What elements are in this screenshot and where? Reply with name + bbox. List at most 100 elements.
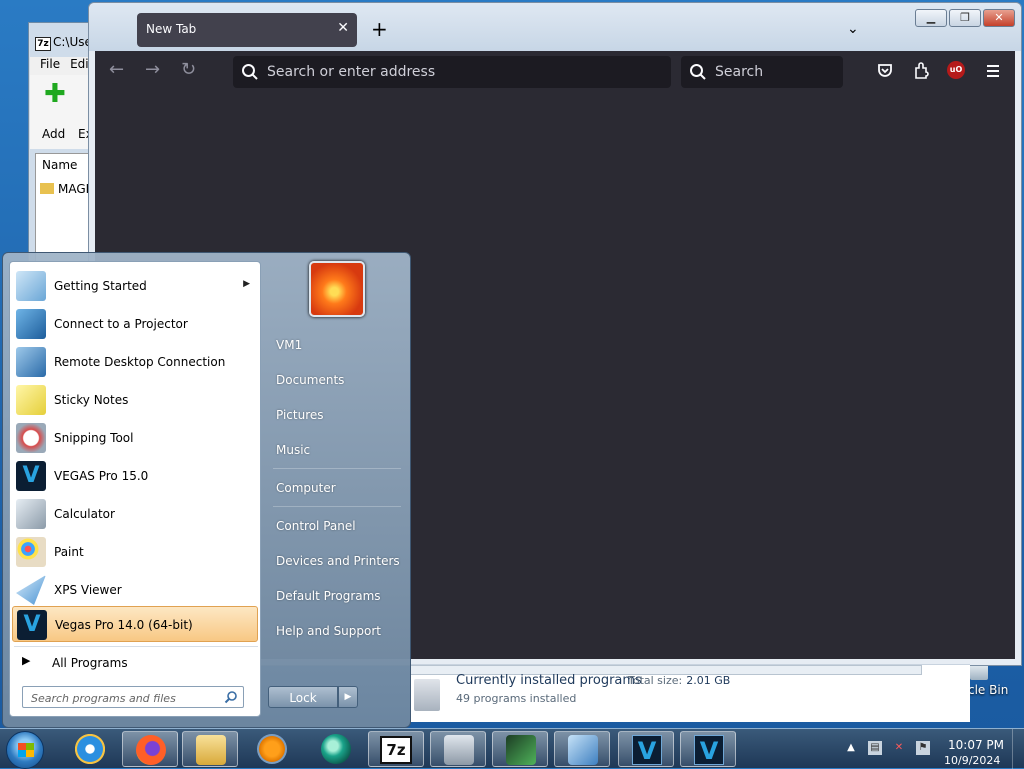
back-arrow-icon[interactable]: ← [109, 61, 124, 79]
start-item-xps-viewer[interactable]: XPS Viewer [12, 572, 258, 608]
7zip-add-button[interactable]: Add [42, 127, 65, 141]
taskbar-remote-desktop[interactable] [554, 731, 610, 767]
start-search-box[interactable] [22, 686, 244, 708]
start-search-input[interactable] [29, 690, 215, 706]
start-item-label: Vegas Pro 14.0 (64-bit) [55, 618, 193, 632]
start-right-label: Computer [276, 481, 336, 495]
minimize-button[interactable]: ▁ [915, 9, 947, 27]
taskbar-vegas-14[interactable]: V [680, 731, 736, 767]
new-tab-plus-icon[interactable]: + [371, 19, 388, 39]
system-tray: ▲ ▤ ✕ ⚑ 10:07 PM 10/9/2024 [842, 735, 1022, 767]
hamburger-menu-icon[interactable] [983, 61, 1003, 81]
forward-arrow-icon[interactable]: → [145, 61, 160, 79]
installed-programs-icon [414, 679, 440, 711]
start-item-label: XPS Viewer [54, 583, 122, 597]
reload-icon[interactable]: ↻ [181, 61, 196, 79]
start-right-devices-printers[interactable]: Devices and Printers [269, 546, 405, 576]
taskbar-control-panel[interactable] [430, 731, 486, 767]
start-right-default-programs[interactable]: Default Programs [269, 581, 405, 611]
firefox-icon [136, 735, 166, 765]
ublock-origin-button[interactable]: uO [947, 61, 967, 81]
vegas-icon: V [694, 735, 724, 765]
vegas-icon: V [17, 610, 47, 640]
taskbar-internet-explorer[interactable] [62, 731, 118, 767]
pocket-icon[interactable] [875, 61, 895, 81]
7zip-path: C:\Use [53, 35, 92, 49]
plus-icon[interactable]: ✚ [44, 81, 66, 107]
7zip-logo-icon: 7z [35, 37, 51, 51]
close-tab-icon[interactable]: ✕ [337, 20, 349, 36]
clock-time[interactable]: 10:07 PM [948, 738, 1004, 752]
firefox-titlebar: New Tab ✕ + ⌄ ▁ ❐ ✕ [89, 3, 1021, 51]
start-right-music[interactable]: Music [269, 435, 405, 465]
action-center-flag-icon[interactable]: ⚑ [916, 741, 930, 755]
7zip-menu-edit[interactable]: Edi [70, 57, 89, 71]
start-item-vegas-15[interactable]: V VEGAS Pro 15.0 [12, 458, 258, 494]
divider [273, 506, 401, 507]
close-window-button[interactable]: ✕ [983, 9, 1015, 27]
taskbar-task-manager[interactable] [492, 731, 548, 767]
start-item-connect-projector[interactable]: Connect to a Projector [12, 306, 258, 342]
recycle-bin-label[interactable]: cle Bin [968, 683, 1008, 697]
list-item[interactable]: MAGI [40, 182, 89, 196]
start-item-remote-desktop[interactable]: Remote Desktop Connection [12, 344, 258, 380]
start-button[interactable] [6, 731, 44, 769]
extensions-puzzle-icon[interactable] [911, 61, 931, 81]
getting-started-icon [16, 271, 46, 301]
search-icon[interactable] [224, 690, 238, 704]
show-hidden-icons-icon[interactable]: ▲ [844, 741, 858, 755]
vm-app-icon [321, 734, 351, 764]
start-right-documents[interactable]: Documents [269, 365, 405, 395]
taskbar-vegas-15[interactable]: V [618, 731, 674, 767]
column-header-name[interactable]: Name [42, 158, 77, 172]
taskbar-media-player[interactable] [244, 731, 300, 767]
internet-explorer-icon [75, 734, 105, 764]
url-bar[interactable] [233, 56, 671, 88]
shutdown-options-button[interactable]: ▶ [338, 686, 358, 708]
taskbar-vm-app[interactable] [308, 731, 364, 767]
start-item-paint[interactable]: Paint [12, 534, 258, 570]
taskbar-file-explorer[interactable] [182, 731, 238, 767]
lock-button[interactable]: Lock [268, 686, 338, 708]
network-icon[interactable]: ▤ [868, 741, 882, 755]
start-right-help-support[interactable]: Help and Support [269, 616, 405, 646]
taskbar-7zip[interactable]: 7z [368, 731, 424, 767]
show-desktop-button[interactable] [1012, 729, 1024, 769]
start-right-label: Documents [276, 373, 345, 387]
start-item-calculator[interactable]: Calculator [12, 496, 258, 532]
tab-new-tab[interactable]: New Tab ✕ [137, 13, 357, 47]
start-item-snipping-tool[interactable]: Snipping Tool [12, 420, 258, 456]
installed-programs-title: Currently installed programs [456, 673, 642, 688]
recycle-bin-icon[interactable] [970, 664, 988, 680]
start-right-control-panel[interactable]: Control Panel [269, 511, 405, 541]
taskbar-firefox[interactable] [122, 731, 178, 767]
start-item-vegas-14[interactable]: V Vegas Pro 14.0 (64-bit) [12, 606, 258, 642]
total-size-value: 2.01 GB [686, 674, 731, 687]
programs-and-features-details: Currently installed programs Total size:… [410, 664, 970, 722]
url-input[interactable] [265, 62, 645, 82]
start-right-pictures[interactable]: Pictures [269, 400, 405, 430]
total-size-label: Total size: [628, 674, 683, 687]
ublock-shield-icon: uO [947, 61, 965, 79]
start-item-label: Getting Started [54, 279, 147, 293]
snipping-tool-icon [16, 423, 46, 453]
start-right-label: Help and Support [276, 624, 381, 638]
all-programs-button[interactable]: ▶ All Programs [16, 652, 256, 674]
user-account-picture[interactable] [309, 261, 365, 317]
7zip-menu-file[interactable]: File [40, 57, 60, 71]
search-bar[interactable] [681, 56, 843, 88]
paint-icon [16, 537, 46, 567]
start-item-sticky-notes[interactable]: Sticky Notes [12, 382, 258, 418]
chevron-down-icon[interactable]: ⌄ [847, 21, 859, 37]
start-right-label: Control Panel [276, 519, 356, 533]
search-input[interactable] [713, 62, 833, 82]
clock-date[interactable]: 10/9/2024 [944, 754, 1000, 767]
submenu-arrow-icon: ▶ [243, 279, 250, 289]
start-right-user-folder[interactable]: VM1 [269, 330, 405, 360]
programs-count: 49 programs installed [456, 692, 577, 705]
start-right-computer[interactable]: Computer [269, 473, 405, 503]
start-item-getting-started[interactable]: Getting Started ▶ [12, 268, 258, 304]
volume-muted-icon[interactable]: ✕ [892, 741, 906, 755]
total-size: Total size: 2.01 GB [628, 674, 730, 687]
maximize-button[interactable]: ❐ [949, 9, 981, 27]
